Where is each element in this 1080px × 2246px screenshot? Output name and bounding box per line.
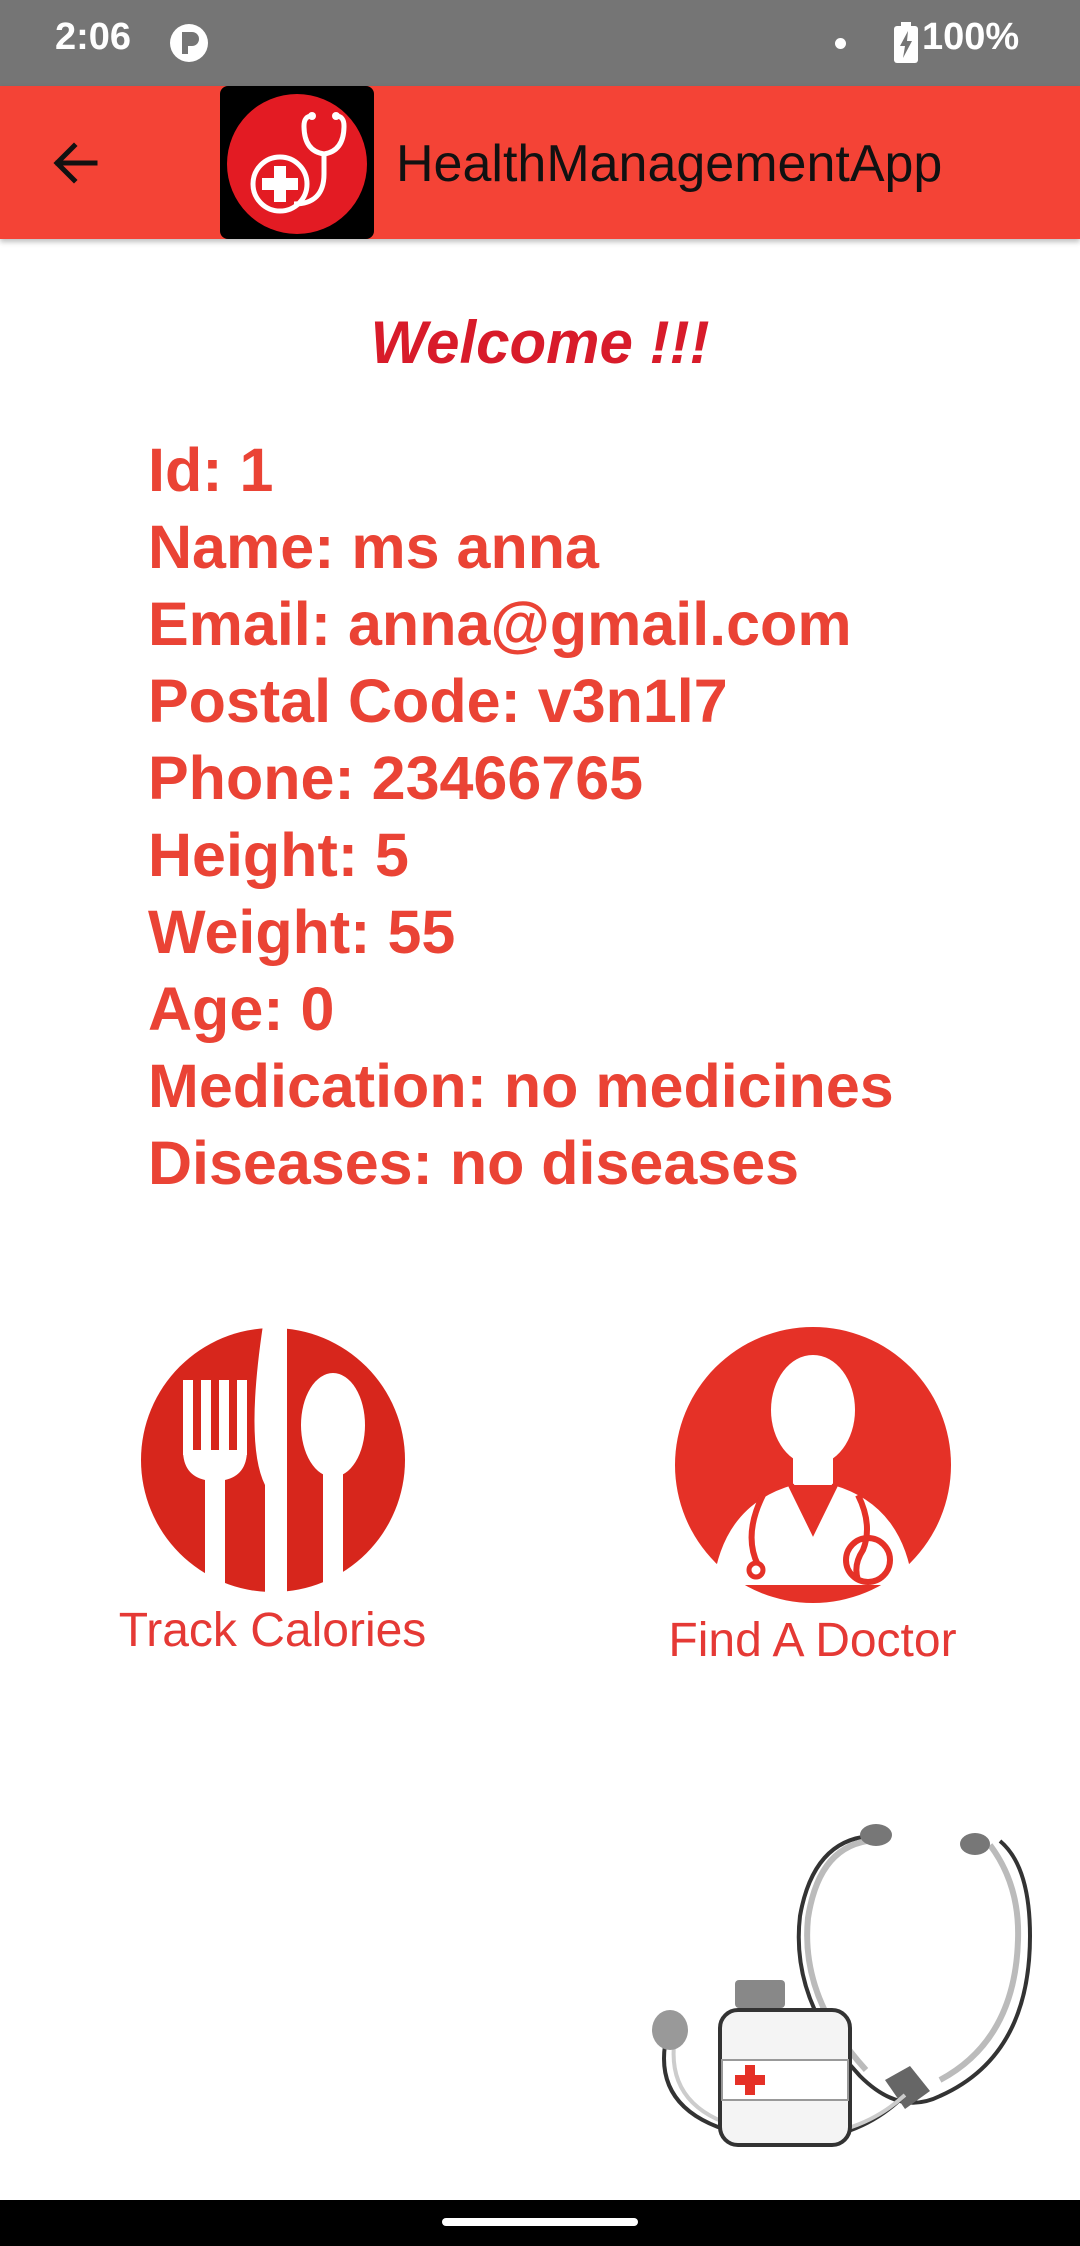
- profile-id: Id: 1: [148, 436, 274, 504]
- track-calories-button[interactable]: Track Calories: [95, 1325, 450, 1658]
- profile-weight: Weight: 55: [148, 898, 456, 966]
- profile-medication: Medication: no medicines: [148, 1052, 894, 1120]
- app-title: HealthManagementApp: [396, 135, 943, 193]
- find-doctor-label[interactable]: Find A Doctor: [640, 1613, 985, 1668]
- home-gesture-handle[interactable]: [442, 2218, 638, 2226]
- app-notification-icon: [170, 24, 208, 62]
- profile-diseases: Diseases: no diseases: [148, 1129, 800, 1197]
- track-calories-label[interactable]: Track Calories: [95, 1603, 450, 1658]
- profile-height: Height: 5: [148, 821, 409, 889]
- profile-name: Name: ms anna: [148, 513, 599, 581]
- profile-email: Email: anna@gmail.com: [148, 590, 852, 658]
- find-doctor-button[interactable]: Find A Doctor: [640, 1325, 985, 1668]
- app-bar: HealthManagementApp: [0, 86, 1080, 239]
- profile-postal-code: Postal Code: v3n1l7: [148, 667, 728, 735]
- stethoscope-bottle-illustration-icon: [652, 1824, 1033, 2147]
- fork-knife-spoon-icon[interactable]: [138, 1325, 408, 1595]
- status-time: 2:06: [55, 16, 132, 58]
- battery-charging-icon: [894, 22, 918, 63]
- navigation-bar: [0, 2200, 1080, 2246]
- stethoscope-cross-logo-icon: [227, 94, 367, 234]
- status-bar: 2:06 100%: [0, 0, 1080, 86]
- profile-age: Age: 0: [148, 975, 335, 1043]
- app-logo: [220, 86, 374, 239]
- welcome-heading: Welcome !!!: [370, 309, 710, 376]
- doctor-icon[interactable]: [673, 1325, 953, 1605]
- dot-icon: [835, 38, 846, 49]
- status-battery: 100%: [922, 16, 1020, 58]
- profile-details: Id: 1 Name: ms anna Email: anna@gmail.co…: [148, 432, 894, 1202]
- profile-phone: Phone: 23466765: [148, 744, 644, 812]
- back-arrow-icon[interactable]: [40, 128, 110, 198]
